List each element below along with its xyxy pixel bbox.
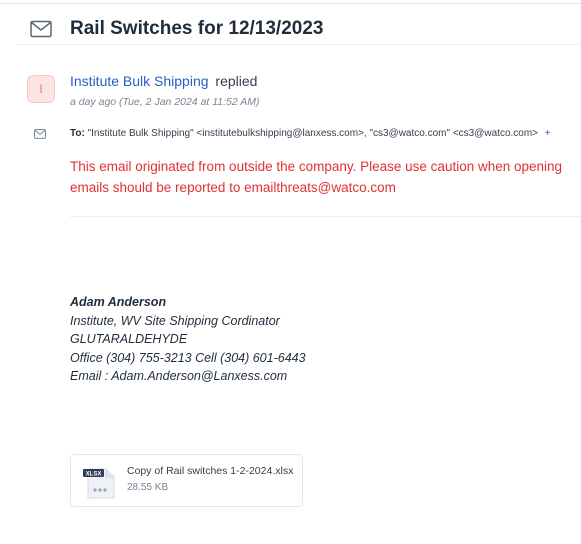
ticket-conversation-page: Rail Switches for 12/13/2023 I Institute…: [0, 0, 581, 544]
attachment-file-name[interactable]: Copy of Rail switches 1-2-2024.xlsx: [127, 465, 293, 477]
message-timestamp: a day ago (Tue, 2 Jan 2024 at 11:52 AM): [70, 96, 260, 108]
message-divider: [70, 216, 581, 217]
recipients-line: To: "Institute Bulk Shipping" <institute…: [70, 128, 551, 139]
spreadsheet-file-icon: XLSX: [83, 468, 115, 499]
recipient-envelope-icon: [34, 129, 46, 139]
signature-name: Adam Anderson: [70, 295, 167, 309]
sender-name-link[interactable]: Institute Bulk Shipping: [70, 73, 209, 89]
ticket-title: Rail Switches for 12/13/2023: [70, 18, 324, 39]
warning-line-2: emails should be reported to emailthreat…: [70, 179, 396, 195]
sender-line: Institute Bulk Shipping replied: [70, 73, 257, 89]
ticket-header: Rail Switches for 12/13/2023: [16, 14, 581, 45]
envelope-icon: [30, 20, 52, 38]
email-signature: Adam Anderson Institute, WV Site Shippin…: [70, 293, 306, 386]
file-type-badge: XLSX: [86, 471, 102, 477]
signature-product: GLUTARALDEHYDE: [70, 332, 188, 347]
signature-title: Institute, WV Site Shipping Cordinator: [70, 313, 280, 328]
attachment-file-size: 28.55 KB: [127, 482, 169, 493]
sender-action: replied: [215, 73, 258, 89]
signature-email: Email : Adam.Anderson@Lanxess.com: [70, 369, 288, 384]
recipients-list: "Institute Bulk Shipping" <institutebulk…: [87, 128, 539, 139]
top-divider: [0, 3, 581, 4]
warning-line-1: This email originated from outside the c…: [70, 159, 563, 174]
signature-phones: Office (304) 755-3213 Cell (304) 601-644…: [70, 350, 306, 365]
sender-avatar: I: [27, 75, 55, 103]
to-label: To:: [70, 128, 85, 139]
external-email-warning: This email originated from outside the c…: [70, 157, 581, 198]
more-recipients-button[interactable]: +: [545, 128, 551, 139]
attachment-card[interactable]: XLSX Copy of Rail switches 1-2-2024.xlsx…: [70, 454, 303, 507]
